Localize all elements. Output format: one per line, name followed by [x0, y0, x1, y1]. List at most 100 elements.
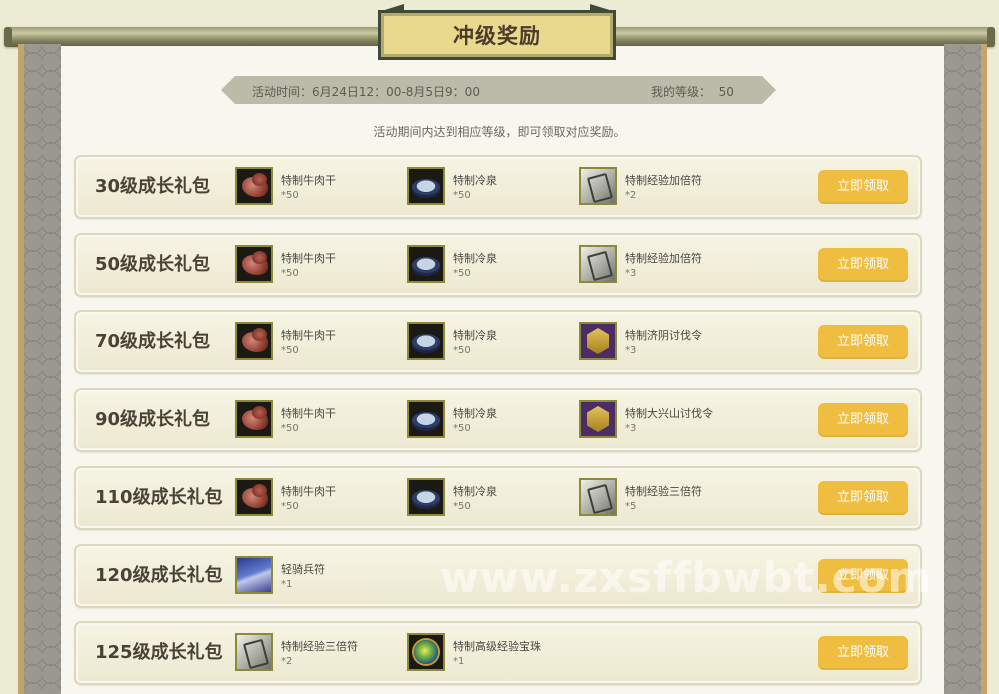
item-quantity: *3 [625, 345, 637, 356]
beef-jerky-icon[interactable] [235, 322, 273, 360]
reward-item[interactable]: 特制牛肉干 *50 [235, 478, 400, 520]
item-name: 特制高级经验宝珠 [453, 640, 541, 653]
page-title: 冲级奖励 [378, 10, 616, 60]
item-name: 特制济阴讨伐令 [625, 329, 702, 342]
item-quantity: *50 [281, 190, 299, 201]
cold-spring-bowl-icon[interactable] [407, 400, 445, 438]
cold-spring-bowl-icon[interactable] [407, 322, 445, 360]
right-frame [944, 44, 987, 694]
item-quantity: *50 [281, 268, 299, 279]
claim-button[interactable]: 立即领取 [818, 636, 908, 670]
package-title: 110级成长礼包 [95, 487, 223, 508]
cold-spring-bowl-icon[interactable] [407, 167, 445, 205]
reward-item[interactable]: 特制经验加倍符 *3 [579, 245, 744, 287]
item-name: 特制经验三倍符 [625, 485, 702, 498]
reward-item[interactable]: 特制经验三倍符 *2 [235, 633, 400, 675]
campaign-token-icon[interactable] [579, 322, 617, 360]
item-quantity: *50 [453, 190, 471, 201]
reward-item[interactable]: 特制牛肉干 *50 [235, 322, 400, 364]
reward-row: 70级成长礼包 特制牛肉干 *50 特制冷泉 *50 特制济阴讨伐令 *3 立即领取 [74, 310, 922, 374]
reward-item[interactable]: 特制牛肉干 *50 [235, 167, 400, 209]
package-title: 120级成长礼包 [95, 565, 223, 586]
activity-hint: 活动期间内达到相应等级，即可领取对应奖励。 [373, 125, 626, 139]
reward-item[interactable]: 特制牛肉干 *50 [235, 400, 400, 442]
item-quantity: *3 [625, 423, 637, 434]
item-quantity: *3 [625, 268, 637, 279]
exp-triple-talisman-icon[interactable] [579, 478, 617, 516]
reward-item[interactable]: 特制经验加倍符 *2 [579, 167, 744, 209]
item-quantity: *1 [453, 656, 465, 667]
item-quantity: *50 [453, 423, 471, 434]
exp-triple-talisman-icon[interactable] [235, 633, 273, 671]
item-quantity: *50 [281, 501, 299, 512]
item-quantity: *50 [453, 345, 471, 356]
light-cavalry-talisman-icon[interactable] [235, 556, 273, 594]
item-quantity: *1 [281, 579, 293, 590]
beef-jerky-icon[interactable] [235, 400, 273, 438]
item-name: 特制牛肉干 [281, 174, 336, 187]
beef-jerky-icon[interactable] [235, 245, 273, 283]
reward-item[interactable]: 特制高级经验宝珠 *1 [407, 633, 572, 675]
reward-item[interactable]: 特制冷泉 *50 [407, 478, 572, 520]
item-name: 特制经验加倍符 [625, 252, 702, 265]
claim-button[interactable]: 立即领取 [818, 403, 908, 437]
activity-time: 活动时间：6月24日12：00-8月5日9：00 [252, 85, 480, 99]
exp-double-talisman-icon[interactable] [579, 245, 617, 283]
beef-jerky-icon[interactable] [235, 478, 273, 516]
reward-item[interactable]: 特制济阴讨伐令 *3 [579, 322, 744, 364]
exp-double-talisman-icon[interactable] [579, 167, 617, 205]
item-name: 特制大兴山讨伐令 [625, 407, 713, 420]
exp-orb-icon[interactable] [407, 633, 445, 671]
info-ribbon: 活动时间：6月24日12：00-8月5日9：00 我的等级： 50 [221, 76, 776, 104]
claim-button[interactable]: 立即领取 [818, 325, 908, 359]
reward-row: 125级成长礼包 特制经验三倍符 *2 特制高级经验宝珠 *1 立即领取 [74, 621, 922, 685]
item-name: 特制冷泉 [453, 407, 497, 420]
item-name: 特制牛肉干 [281, 252, 336, 265]
package-title: 30级成长礼包 [95, 176, 211, 197]
item-name: 特制冷泉 [453, 174, 497, 187]
left-frame [18, 44, 61, 694]
item-quantity: *2 [625, 190, 637, 201]
reward-item[interactable]: 特制冷泉 *50 [407, 400, 572, 442]
my-level: 我的等级： 50 [651, 83, 734, 100]
rod-cap-right [987, 27, 995, 47]
item-name: 特制冷泉 [453, 252, 497, 265]
item-name: 特制牛肉干 [281, 329, 336, 342]
reward-item[interactable]: 特制冷泉 *50 [407, 167, 572, 209]
item-name: 特制经验三倍符 [281, 640, 358, 653]
reward-item[interactable]: 特制牛肉干 *50 [235, 245, 400, 287]
reward-row: 50级成长礼包 特制牛肉干 *50 特制冷泉 *50 特制经验加倍符 *3 立即领取 [74, 233, 922, 297]
reward-item[interactable]: 特制经验三倍符 *5 [579, 478, 744, 520]
item-name: 特制经验加倍符 [625, 174, 702, 187]
item-name: 轻骑兵符 [281, 563, 325, 576]
package-title: 50级成长礼包 [95, 254, 211, 275]
claim-button[interactable]: 立即领取 [818, 481, 908, 515]
item-quantity: *50 [453, 268, 471, 279]
cold-spring-bowl-icon[interactable] [407, 478, 445, 516]
item-name: 特制牛肉干 [281, 407, 336, 420]
item-name: 特制牛肉干 [281, 485, 336, 498]
item-quantity: *50 [281, 423, 299, 434]
rod-cap-left [4, 27, 12, 47]
reward-item[interactable]: 特制冷泉 *50 [407, 322, 572, 364]
reward-item[interactable]: 轻骑兵符 *1 [235, 556, 400, 598]
claim-button[interactable]: 立即领取 [818, 248, 908, 282]
item-quantity: *50 [453, 501, 471, 512]
item-name: 特制冷泉 [453, 329, 497, 342]
watermark: www.zxsffbwbt.com [440, 553, 933, 602]
claim-button[interactable]: 立即领取 [818, 170, 908, 204]
item-quantity: *5 [625, 501, 637, 512]
beef-jerky-icon[interactable] [235, 167, 273, 205]
package-title: 125级成长礼包 [95, 642, 223, 663]
campaign-token-icon[interactable] [579, 400, 617, 438]
item-quantity: *50 [281, 345, 299, 356]
package-title: 70级成长礼包 [95, 331, 211, 352]
my-level-label: 我的等级： [651, 85, 712, 99]
my-level-value: 50 [718, 85, 734, 99]
reward-row: 110级成长礼包 特制牛肉干 *50 特制冷泉 *50 特制经验三倍符 *5 立即领取 [74, 466, 922, 530]
reward-row: 30级成长礼包 特制牛肉干 *50 特制冷泉 *50 特制经验加倍符 *2 立即领取 [74, 155, 922, 219]
reward-item[interactable]: 特制冷泉 *50 [407, 245, 572, 287]
cold-spring-bowl-icon[interactable] [407, 245, 445, 283]
item-name: 特制冷泉 [453, 485, 497, 498]
reward-item[interactable]: 特制大兴山讨伐令 *3 [579, 400, 744, 442]
